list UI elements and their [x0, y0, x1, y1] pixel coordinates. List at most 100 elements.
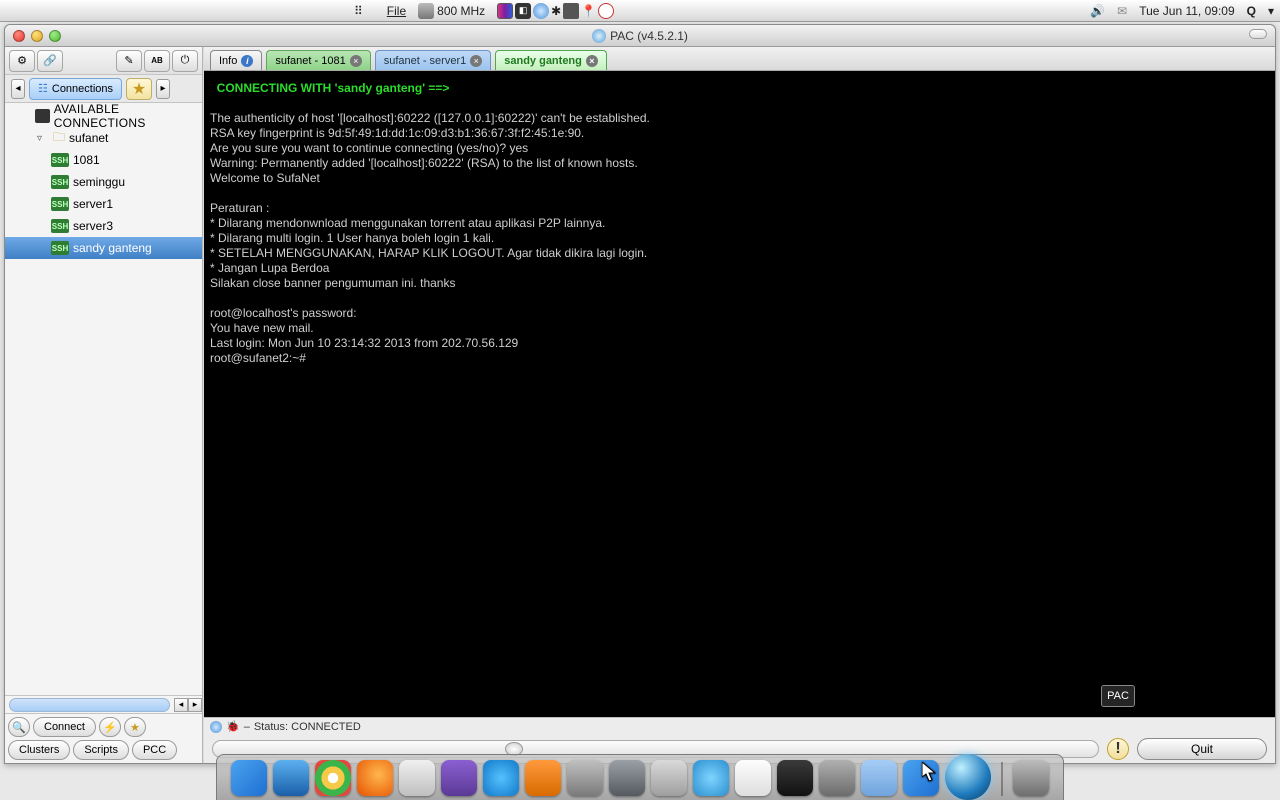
- window-zoom-button[interactable]: [49, 30, 61, 42]
- connection-tree[interactable]: AVAILABLE CONNECTIONS ▿ 🗀 sufanet SSH108…: [5, 103, 202, 695]
- sidebar-tabs: ◂ ☷ Connections ★ ▸: [5, 75, 202, 103]
- volume-icon[interactable]: 🔊: [1084, 4, 1111, 18]
- cpu-icon: [418, 3, 434, 19]
- sidebar-toolbar: ⚙ 🔗 ✎ AB ⏻: [5, 47, 202, 75]
- status-bar: 🐞 – Status: CONNECTED: [204, 717, 1275, 735]
- dock-app-deluge[interactable]: [693, 760, 729, 796]
- quit-button[interactable]: Quit: [1137, 738, 1267, 760]
- spotlight-icon[interactable]: Q: [1241, 4, 1262, 18]
- dock-separator: [1001, 762, 1003, 796]
- dock-app-finder[interactable]: [231, 760, 267, 796]
- tab-sandy-ganteng[interactable]: sandy ganteng ×: [495, 50, 607, 70]
- session-tabstrip: Info i sufanet - 1081 × sufanet - server…: [204, 47, 1275, 71]
- pcc-button[interactable]: PCC: [132, 740, 177, 760]
- tray-icon-3[interactable]: [563, 3, 579, 19]
- cpu-indicator[interactable]: 800 MHz: [412, 3, 491, 19]
- dock-trash[interactable]: [1013, 760, 1049, 796]
- ssh-icon: SSH: [51, 197, 69, 211]
- folder-icon: 🗀: [53, 128, 65, 149]
- toolbar-edit-button[interactable]: ✎: [116, 50, 142, 72]
- close-tab-icon[interactable]: ×: [350, 55, 362, 67]
- tab-sufanet-1081[interactable]: sufanet - 1081 ×: [266, 50, 370, 70]
- toolbar-config-button[interactable]: ⚙: [9, 50, 35, 72]
- sidebar-tab-prev[interactable]: ◂: [11, 79, 25, 99]
- tree-item-1081[interactable]: SSH1081: [5, 149, 202, 171]
- tree-item-sandy-ganteng[interactable]: SSHsandy ganteng: [5, 237, 202, 259]
- dock-app-pidgin[interactable]: [441, 760, 477, 796]
- sidebar-bottom-buttons: 🔍 Connect ⚡ ★ Clusters Scripts PCC: [5, 713, 202, 763]
- globe-icon[interactable]: [533, 3, 549, 19]
- dock-app-mail[interactable]: [399, 760, 435, 796]
- dock-app-calc[interactable]: [651, 760, 687, 796]
- mail-tray-icon[interactable]: ✉: [1111, 4, 1133, 18]
- scroll-right-button[interactable]: ▸: [188, 698, 202, 712]
- connections-tree-icon: ☷: [38, 82, 48, 95]
- tray-icon-1[interactable]: [497, 3, 513, 19]
- available-icon: [35, 109, 50, 123]
- dock-app-anchor[interactable]: [273, 760, 309, 796]
- window-minimize-button[interactable]: [31, 30, 43, 42]
- window-close-button[interactable]: [13, 30, 25, 42]
- tree-item-label: server1: [73, 197, 113, 211]
- tree-item-seminggu[interactable]: SSHseminggu: [5, 171, 202, 193]
- close-tab-icon[interactable]: ×: [586, 55, 598, 67]
- quick-connect-button[interactable]: ⚡: [99, 717, 121, 737]
- alert-icon[interactable]: !: [1107, 738, 1129, 760]
- tree-group-sufanet[interactable]: ▿ 🗀 sufanet: [5, 127, 202, 149]
- tab-info[interactable]: Info i: [210, 50, 262, 70]
- search-button[interactable]: 🔍: [8, 717, 30, 737]
- dock-app-chrome[interactable]: [315, 760, 351, 796]
- dock[interactable]: [216, 754, 1064, 800]
- tray-icon-2[interactable]: ◧: [515, 3, 531, 19]
- asterisk-icon[interactable]: ✱: [551, 4, 561, 18]
- stop-icon[interactable]: [598, 3, 614, 19]
- scripts-button[interactable]: Scripts: [73, 740, 129, 760]
- terminal-output: The authenticity of host '[localhost]:60…: [210, 111, 650, 365]
- star-icon: ★: [132, 79, 146, 99]
- dock-app-firefox[interactable]: [357, 760, 393, 796]
- pac-window: PAC (v4.5.2.1) ⚙ 🔗 ✎ AB ⏻ ◂ ☷ Connection…: [4, 24, 1276, 764]
- tab-sufanet-server1[interactable]: sufanet - server1 ×: [375, 50, 492, 70]
- clusters-button[interactable]: Clusters: [8, 740, 70, 760]
- dock-app-settings[interactable]: [819, 760, 855, 796]
- toolbar-rename-button[interactable]: AB: [144, 50, 170, 72]
- close-tab-icon[interactable]: ×: [470, 55, 482, 67]
- disclosure-triangle-icon[interactable]: ▿: [37, 133, 49, 144]
- pin-icon[interactable]: 📍: [581, 4, 596, 18]
- menubar-clock[interactable]: Tue Jun 11, 09:09: [1133, 4, 1240, 18]
- dock-app-folder[interactable]: [861, 760, 897, 796]
- tree-header: AVAILABLE CONNECTIONS: [5, 105, 202, 127]
- menu-file[interactable]: File: [381, 4, 412, 18]
- dock-app-camera[interactable]: [609, 760, 645, 796]
- scroll-left-button[interactable]: ◂: [174, 698, 188, 712]
- tree-item-server1[interactable]: SSH server1: [5, 193, 202, 215]
- terminal-view[interactable]: CONNECTING WITH 'sandy ganteng' ==> The …: [204, 71, 1275, 717]
- connect-button[interactable]: Connect: [33, 717, 96, 737]
- tree-item-server3[interactable]: SSHserver3: [5, 215, 202, 237]
- tab-connections[interactable]: ☷ Connections: [29, 78, 122, 100]
- dock-app-pac[interactable]: [945, 754, 991, 800]
- pac-tooltip: PAC: [1101, 685, 1135, 707]
- sidebar-hscroll[interactable]: ◂ ▸: [5, 695, 202, 713]
- dock-app-terminal[interactable]: [777, 760, 813, 796]
- dock-app-text[interactable]: [735, 760, 771, 796]
- dock-app-finder2[interactable]: [903, 760, 939, 796]
- window-titlebar[interactable]: PAC (v4.5.2.1): [5, 25, 1275, 47]
- dock-app-vlc[interactable]: [525, 760, 561, 796]
- info-icon: i: [241, 55, 253, 67]
- window-toolbar-toggle[interactable]: [1249, 29, 1267, 39]
- sidebar-tab-next[interactable]: ▸: [156, 79, 170, 99]
- app-icon: [592, 29, 606, 43]
- menubar-chevron-icon[interactable]: ▾: [1262, 4, 1280, 18]
- dock-app-photos[interactable]: [567, 760, 603, 796]
- toolbar-link-button[interactable]: 🔗: [37, 50, 63, 72]
- favorite-button[interactable]: ★: [124, 717, 146, 737]
- dock-app-itunes[interactable]: [483, 760, 519, 796]
- toolbar-power-button[interactable]: ⏻: [172, 50, 198, 72]
- scrollbar-track[interactable]: [9, 698, 170, 712]
- tray-icons: ◧ ✱ 📍: [491, 3, 620, 19]
- tree-item-label: server3: [73, 219, 113, 233]
- status-globe-icon: [210, 721, 222, 733]
- tab-favorites[interactable]: ★: [126, 78, 152, 100]
- tree-item-label: sandy ganteng: [73, 241, 152, 255]
